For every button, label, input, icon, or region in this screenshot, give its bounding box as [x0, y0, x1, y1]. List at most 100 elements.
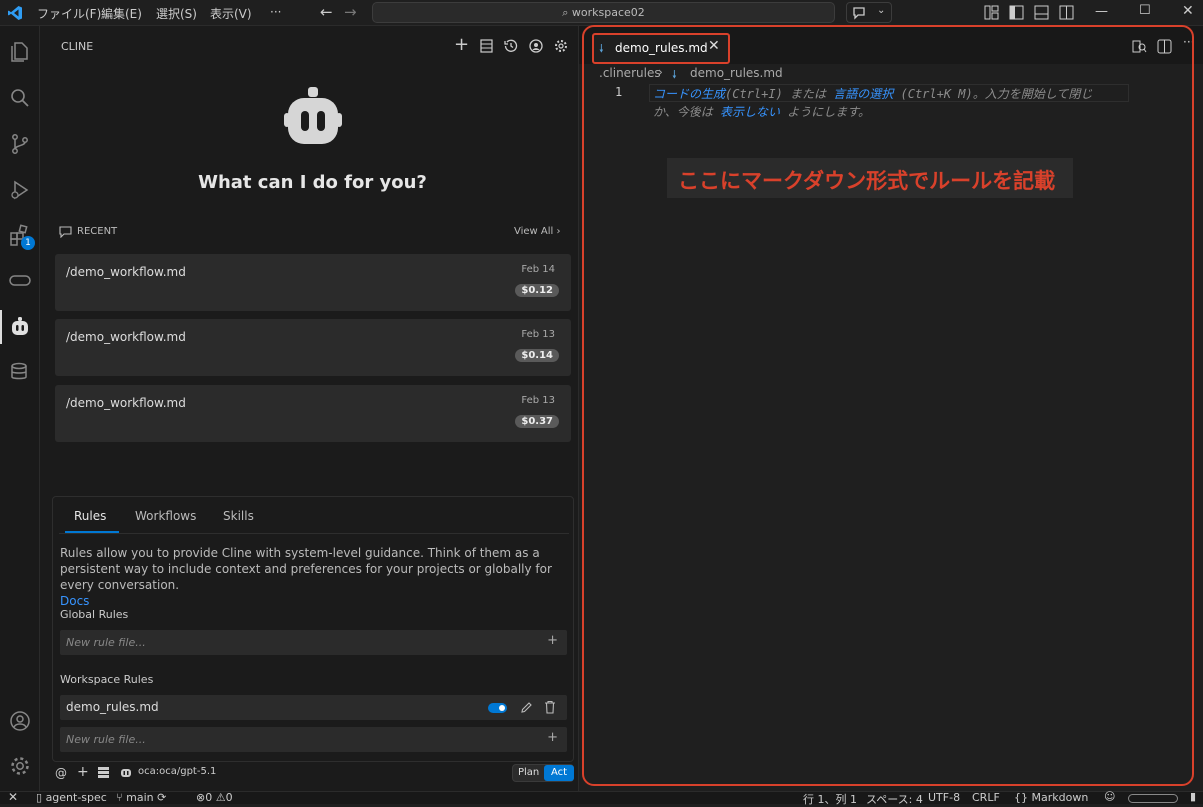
command-search[interactable]: ⌕ workspace02 — [372, 2, 835, 23]
warnings-count: 0 — [225, 791, 233, 804]
problems-item[interactable]: ⊗0 ⚠0 — [196, 791, 233, 804]
view-all-link[interactable]: View All › — [514, 226, 561, 237]
line-number: 1 — [615, 85, 623, 99]
hint-text: (Ctrl+I) または — [725, 87, 834, 101]
warning-icon: ⚠ — [215, 791, 226, 804]
history-icon[interactable] — [504, 39, 518, 53]
task-name: /demo_workflow.md — [66, 265, 186, 279]
docs-link[interactable]: Docs — [60, 593, 565, 609]
remote-indicator-icon[interactable]: ✕ — [8, 790, 18, 804]
sidebar-title: CLINE — [61, 40, 94, 53]
editor-tab-demo-rules[interactable]: 🠗 demo_rules.md ✕ — [592, 33, 730, 64]
task-date: Feb 13 — [521, 329, 555, 340]
more-actions-icon[interactable]: ··· — [1183, 35, 1194, 49]
recent-task-card[interactable]: /demo_workflow.md Feb 13 $0.14 — [55, 319, 571, 376]
add-icon[interactable]: + — [547, 633, 558, 648]
branch-left-item[interactable]: ▯ agent-spec — [36, 791, 107, 804]
maximize-icon[interactable]: ☐ — [1139, 3, 1151, 18]
close-tab-icon[interactable]: ✕ — [708, 38, 720, 54]
cursor-position[interactable]: 行 1、列 1 — [803, 791, 857, 807]
encoding[interactable]: UTF-8 — [928, 791, 960, 804]
hint-dont-show-link[interactable]: 表示しない — [720, 105, 780, 119]
menu-selection[interactable]: 選択(S) — [156, 5, 197, 22]
language-mode[interactable]: {} Markdown — [1014, 791, 1088, 804]
mcp-servers-icon[interactable] — [480, 39, 493, 53]
menu-more[interactable]: ··· — [270, 5, 281, 19]
hint-select-language-link[interactable]: 言語の選択 — [833, 87, 893, 101]
search-icon[interactable] — [8, 86, 32, 110]
settings-icon[interactable] — [554, 39, 568, 53]
chat-icon — [853, 7, 865, 20]
annotation-highlight-frame — [582, 25, 1194, 786]
toggle-secondary-sidebar-icon[interactable] — [1059, 5, 1074, 20]
back-arrow-icon[interactable]: ← — [320, 3, 333, 21]
database-icon[interactable] — [8, 360, 32, 384]
extensions-badge: 1 — [21, 236, 35, 250]
minimize-icon[interactable]: — — [1095, 4, 1108, 19]
split-editor-icon[interactable] — [1157, 39, 1172, 54]
plan-act-toggle[interactable]: Plan Act — [512, 764, 574, 782]
progress-indicator — [1128, 794, 1178, 803]
cline-robot-icon[interactable] — [8, 315, 32, 339]
workspace-rule-name: demo_rules.md — [66, 700, 159, 714]
menu-edit[interactable]: 編集(E) — [101, 5, 142, 22]
notifications-bell-icon[interactable]: ▮ — [1190, 790, 1196, 803]
copilot-button[interactable]: ⌄ — [846, 2, 892, 23]
add-context-icon[interactable]: + — [77, 764, 89, 780]
add-icon[interactable]: + — [547, 730, 558, 745]
braces-icon: {} — [1014, 791, 1028, 804]
sync-icon: ⟳ — [157, 791, 167, 804]
task-date: Feb 13 — [521, 395, 555, 406]
new-task-icon[interactable]: + — [454, 34, 469, 55]
remote-explorer-icon[interactable] — [8, 268, 32, 292]
toggle-panel-icon[interactable] — [1034, 5, 1049, 20]
toggle-primary-sidebar-icon[interactable] — [1009, 5, 1024, 20]
workspace-new-rule-input[interactable]: New rule file... + — [60, 727, 567, 752]
breadcrumb-file[interactable]: demo_rules.md — [690, 66, 783, 80]
tab-rules[interactable]: Rules — [74, 509, 106, 523]
explorer-icon[interactable] — [8, 40, 32, 64]
source-control-icon[interactable] — [8, 132, 32, 156]
errors-count: 0 — [205, 791, 213, 804]
layout-customize-icon[interactable] — [984, 5, 999, 20]
run-debug-icon[interactable] — [8, 178, 32, 202]
recent-task-card[interactable]: /demo_workflow.md Feb 13 $0.37 — [55, 385, 571, 442]
breadcrumb-separator-icon: › — [658, 65, 663, 79]
workspace-rule-item[interactable]: demo_rules.md — [60, 695, 567, 720]
account-circle-icon[interactable] — [529, 39, 543, 53]
forward-arrow-icon[interactable]: → — [344, 3, 357, 21]
open-preview-icon[interactable] — [1132, 39, 1147, 54]
breadcrumb-folder[interactable]: .clinerules — [599, 66, 661, 80]
hint-text: か、今後は — [653, 105, 720, 119]
server-list-icon[interactable] — [98, 767, 109, 778]
edit-pencil-icon[interactable] — [520, 701, 533, 714]
recent-label: RECENT — [77, 226, 118, 237]
plan-button[interactable]: Plan — [518, 767, 539, 778]
editor-area: 🠗 demo_rules.md ✕ ··· .clinerules › 🠗 de… — [578, 25, 1203, 791]
mention-icon[interactable]: @ — [55, 766, 67, 780]
close-window-icon[interactable]: ✕ — [1182, 3, 1194, 19]
branch-item[interactable]: ⑂ main ⟳ — [116, 791, 166, 804]
indentation[interactable]: スペース: 4 — [866, 791, 923, 807]
rule-toggle[interactable] — [488, 703, 507, 713]
global-new-rule-input[interactable]: New rule file... + — [60, 630, 567, 655]
new-rule-placeholder: New rule file... — [66, 636, 146, 649]
git-branch-icon: ⑂ — [116, 791, 123, 804]
model-name[interactable]: oca:oca/gpt-5.1 — [138, 766, 216, 777]
menu-file[interactable]: ファイル(F) — [37, 5, 101, 22]
tab-skills[interactable]: Skills — [223, 509, 254, 523]
menu-view[interactable]: 表示(V) — [210, 5, 252, 22]
task-name: /demo_workflow.md — [66, 396, 186, 410]
active-indicator — [0, 310, 2, 344]
act-button[interactable]: Act — [544, 765, 574, 781]
tab-workflows[interactable]: Workflows — [135, 509, 196, 523]
recent-task-card[interactable]: /demo_workflow.md Feb 14 $0.12 — [55, 254, 571, 311]
hint-generate-code-link[interactable]: コードの生成 — [653, 87, 725, 101]
end-of-line[interactable]: CRLF — [972, 791, 1000, 804]
delete-trash-icon[interactable] — [544, 700, 556, 714]
model-robot-icon — [121, 769, 131, 777]
copilot-status-icon[interactable]: ☺ — [1104, 790, 1115, 803]
welcome-heading: What can I do for you? — [198, 172, 427, 193]
settings-gear-icon[interactable] — [8, 754, 32, 778]
account-icon[interactable] — [8, 709, 32, 733]
